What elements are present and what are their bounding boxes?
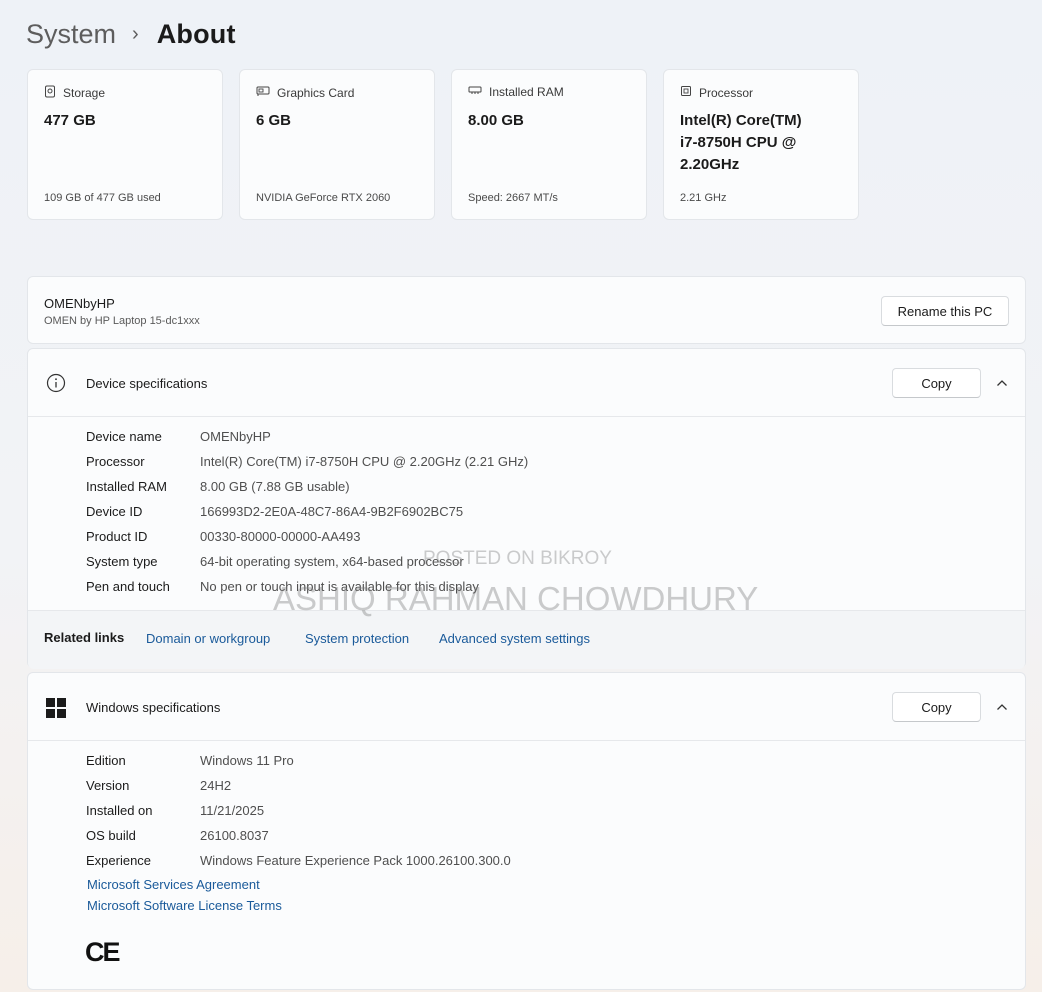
spec-row: OS build 26100.8037 — [86, 823, 511, 848]
divider — [28, 740, 1025, 741]
chevron-up-icon[interactable] — [992, 373, 1012, 393]
storage-card-label: Storage — [63, 86, 106, 100]
ram-card[interactable]: Installed RAM 8.00 GB Speed: 2667 MT/s — [451, 69, 647, 220]
spec-value: No pen or touch input is available for t… — [200, 579, 479, 594]
spec-value: 8.00 GB (7.88 GB usable) — [200, 479, 350, 494]
license-terms-link[interactable]: Microsoft Software License Terms — [87, 898, 282, 919]
device-specifications-panel: Device specifications Copy Device name OM… — [27, 348, 1026, 669]
graphics-card-sub: NVIDIA GeForce RTX 2060 — [256, 192, 391, 204]
copy-windows-specs-button[interactable]: Copy — [892, 692, 981, 722]
ram-card-sub: Speed: 2667 MT/s — [468, 192, 558, 204]
services-agreement-link[interactable]: Microsoft Services Agreement — [87, 877, 282, 898]
spec-label: Processor — [86, 454, 145, 469]
pc-model: OMEN by HP Laptop 15-dc1xxx — [44, 315, 200, 327]
ram-icon — [468, 85, 489, 99]
breadcrumb-system[interactable]: System — [26, 19, 116, 50]
spec-row: Processor Intel(R) Core(TM) i7-8750H CPU … — [86, 449, 528, 474]
spec-row: Edition Windows 11 Pro — [86, 748, 511, 773]
page-title: About — [156, 18, 236, 49]
graphics-card-icon — [256, 85, 277, 100]
domain-workgroup-link[interactable]: Domain or workgroup — [146, 631, 270, 646]
chevron-right-icon: › — [132, 22, 139, 45]
storage-icon — [44, 85, 63, 101]
device-spec-list: Device name OMENbyHP Processor Intel(R) Co… — [86, 424, 528, 599]
windows-logo-icon — [46, 698, 66, 723]
spec-row: Version 24H2 — [86, 773, 511, 798]
spec-value: 166993D2-2E0A-48C7-86A4-9B2F6902BC75 — [200, 504, 464, 519]
spec-label: Version — [86, 778, 130, 793]
processor-icon — [680, 85, 699, 100]
graphics-card-label: Graphics Card — [277, 85, 355, 100]
processor-card-label: Processor — [699, 85, 754, 100]
spec-label: Pen and touch — [86, 579, 170, 594]
spec-value: 24H2 — [200, 778, 232, 793]
spec-label: Device ID — [86, 504, 143, 519]
processor-card-sub: 2.21 GHz — [680, 192, 727, 204]
spec-row: Installed on 11/21/2025 — [86, 798, 511, 823]
spec-label: Edition — [86, 753, 126, 768]
breadcrumb: System › About — [26, 14, 236, 54]
copy-device-specs-button[interactable]: Copy — [892, 368, 981, 398]
processor-card[interactable]: Processor Intel(R) Core(TM) i7-8750H CPU… — [663, 69, 859, 220]
device-specifications-title: Device specifications — [86, 376, 208, 391]
spec-row: Pen and touch No pen or touch input is av… — [86, 574, 528, 599]
divider — [28, 416, 1025, 417]
spec-label: OS build — [86, 828, 136, 843]
graphics-card-card[interactable]: Graphics Card 6 GB NVIDIA GeForce RTX 20… — [239, 69, 435, 220]
pc-name-panel: OMENbyHP OMEN by HP Laptop 15-dc1xxx Ren… — [27, 276, 1026, 344]
spec-value: Intel(R) Core(TM) i7-8750H CPU @ 2.20GHz… — [200, 454, 529, 469]
spec-row: Device ID 166993D2-2E0A-48C7-86A4-9B2F690… — [86, 499, 528, 524]
spec-label: Device name — [86, 429, 162, 444]
spec-value: Windows Feature Experience Pack 1000.261… — [200, 853, 511, 868]
ram-card-label: Installed RAM — [489, 85, 564, 99]
spec-label: Installed RAM — [86, 479, 167, 494]
chevron-up-icon[interactable] — [992, 697, 1012, 717]
windows-links: Microsoft Services Agreement Microsoft S… — [87, 877, 282, 919]
spec-label: Product ID — [86, 529, 148, 544]
spec-row: Experience Windows Feature Experience Pac… — [86, 848, 511, 873]
related-links-bar: Related links Domain or workgroup System… — [28, 610, 1025, 669]
storage-card-sub: 109 GB of 477 GB used — [44, 192, 161, 204]
spec-label: Experience — [86, 853, 152, 868]
graphics-card-value: 6 GB — [256, 112, 292, 129]
ram-card-value: 8.00 GB — [468, 112, 524, 129]
spec-row: Device name OMENbyHP — [86, 424, 528, 449]
spec-row: Product ID 00330-80000-00000-AA493 — [86, 524, 528, 549]
processor-card-value: Intel(R) Core(TM) i7-8750H CPU @ 2.20GHz — [680, 112, 802, 173]
storage-card[interactable]: Storage 477 GB 109 GB of 477 GB used — [27, 69, 223, 220]
related-links-label: Related links — [44, 630, 125, 645]
storage-card-value: 477 GB — [44, 112, 96, 129]
spec-value: OMENbyHP — [200, 429, 271, 444]
rename-pc-button[interactable]: Rename this PC — [881, 296, 1009, 326]
spec-value: 26100.8037 — [200, 828, 269, 843]
system-protection-link[interactable]: System protection — [305, 631, 409, 646]
info-icon — [46, 373, 66, 398]
spec-value: 11/21/2025 — [200, 803, 265, 818]
spec-row: System type 64-bit operating system, x64-… — [86, 549, 528, 574]
spec-label: System type — [86, 554, 158, 569]
advanced-system-settings-link[interactable]: Advanced system settings — [439, 631, 590, 646]
spec-value: Windows 11 Pro — [200, 753, 294, 768]
windows-spec-list: Edition Windows 11 Pro Version 24H2 Instal… — [86, 748, 511, 873]
spec-value: 64-bit operating system, x64-based proce… — [200, 554, 464, 569]
ce-mark: CE — [85, 937, 120, 967]
windows-specifications-title: Windows specifications — [86, 700, 221, 715]
spec-label: Installed on — [86, 803, 153, 818]
windows-specifications-panel: Windows specifications Copy Edition Windo… — [27, 672, 1026, 990]
pc-name: OMENbyHP — [44, 296, 115, 311]
spec-row: Installed RAM 8.00 GB (7.88 GB usable) — [86, 474, 528, 499]
spec-value: 00330-80000-00000-AA493 — [200, 529, 361, 544]
